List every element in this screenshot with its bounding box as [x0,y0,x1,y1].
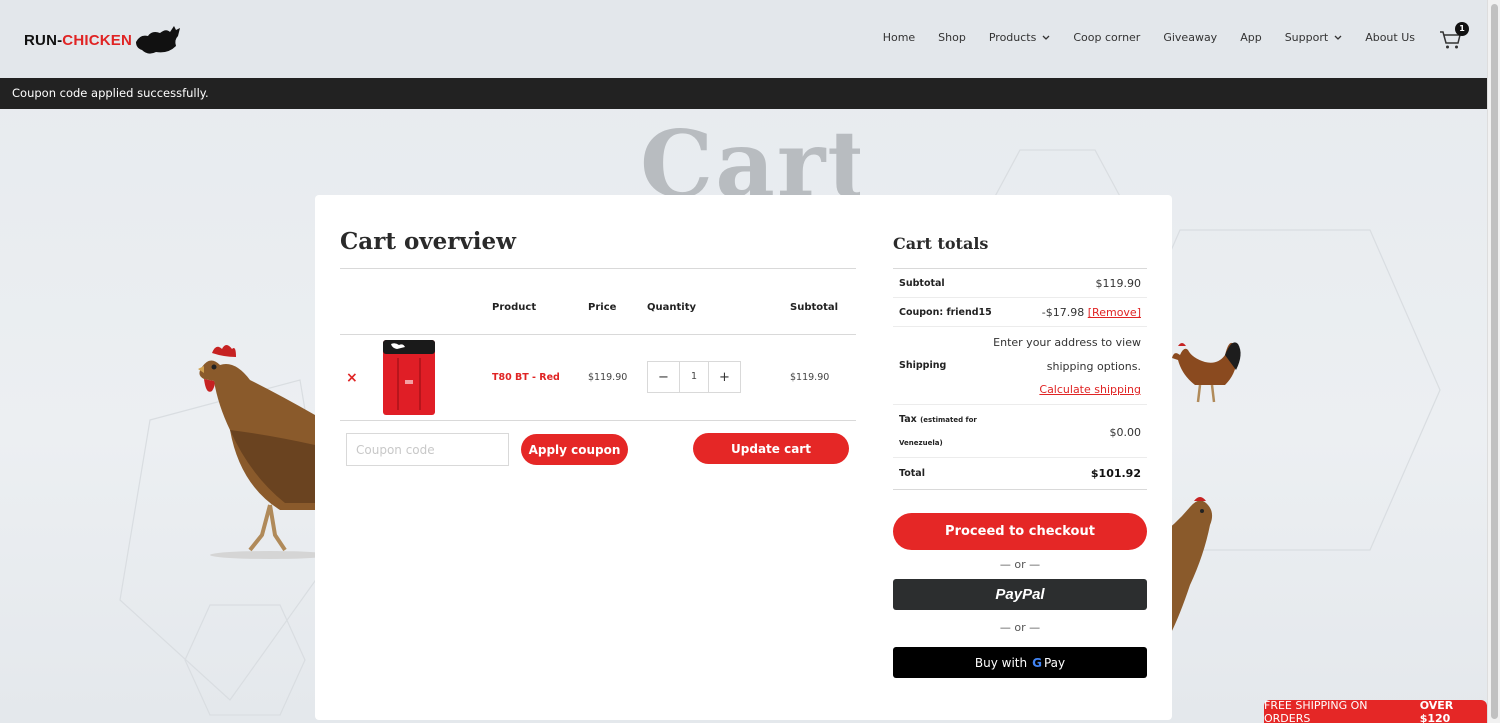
page-scrollbar[interactable] [1487,0,1500,723]
shipping-info-line1: Enter your address to view [993,336,1141,349]
nav-about-us[interactable]: About Us [1365,31,1415,44]
divider [893,268,1147,269]
cart-count-badge: 1 [1455,22,1469,36]
divider [893,326,1147,327]
remove-item-button[interactable]: × [346,370,358,386]
divider [893,297,1147,298]
apply-coupon-button[interactable]: Apply coupon [521,434,628,465]
coupon-label: Coupon: friend15 [899,307,992,318]
subtotal-value: $119.90 [1095,277,1142,290]
product-subtotal: $119.90 [790,372,830,383]
quantity-increase-button[interactable]: + [709,362,740,392]
remove-coupon-link[interactable]: [Remove] [1088,306,1141,319]
coupon-notice: Coupon code applied successfully. [0,78,1487,109]
subtotal-label: Subtotal [899,278,945,289]
quantity-stepper: − 1 + [647,361,741,393]
tax-label: Tax (estimated for [899,414,977,425]
main-nav: Home Shop Products Coop corner Giveaway … [860,31,1415,44]
paypal-button[interactable]: PayPal [893,579,1147,610]
nav-app[interactable]: App [1240,31,1262,44]
nav-home[interactable]: Home [883,31,915,44]
divider [340,334,856,335]
proceed-to-checkout-button[interactable]: Proceed to checkout [893,513,1147,550]
shipping-info-line2: shipping options. [1046,360,1141,373]
quantity-decrease-button[interactable]: − [648,362,679,392]
logo-text-chicken: CHICKEN [62,31,133,49]
tax-note-country: Venezuela) [899,439,943,447]
nav-support[interactable]: Support [1285,31,1342,44]
cart-overview-title: Cart overview [340,228,516,255]
google-g-icon: G [1032,655,1042,670]
update-cart-button[interactable]: Update cart [693,433,849,464]
total-value: $101.92 [1090,467,1141,480]
or-separator: — or — [999,558,1041,571]
coupon-discount: -$17.98 [Remove] [1042,306,1141,319]
cart-card: Cart overview Product Price Quantity Sub… [315,195,1172,720]
chevron-down-icon [1042,35,1050,40]
product-name-link[interactable]: T80 BT - Red [492,372,560,383]
tax-value: $0.00 [1109,426,1142,439]
calculate-shipping-link[interactable]: Calculate shipping [1039,383,1141,396]
column-header-quantity: Quantity [647,302,696,313]
scrollbar-thumb[interactable] [1491,4,1498,719]
product-thumbnail[interactable] [383,340,435,415]
site-logo[interactable]: RUN- CHICKEN [24,24,181,56]
chevron-down-icon [1334,35,1342,40]
divider [893,457,1147,458]
cart-totals-title: Cart totals [893,234,989,253]
nav-shop[interactable]: Shop [938,31,966,44]
logo-text-run: RUN- [24,31,63,49]
column-header-subtotal: Subtotal [790,302,839,313]
nav-giveaway[interactable]: Giveaway [1163,31,1217,44]
hen-left-image [198,345,330,559]
free-shipping-banner[interactable]: FREE SHIPPING ON ORDERS OVER $120 [1264,699,1487,723]
column-header-product: Product [492,302,537,313]
chicken-silhouette-icon [136,26,181,54]
column-header-price: Price [588,302,617,313]
hero-title: Cart [640,118,860,196]
shipping-label: Shipping [899,360,947,371]
nav-products[interactable]: Products [989,31,1051,44]
coupon-code-input[interactable] [346,433,509,466]
quantity-input[interactable]: 1 [679,362,709,392]
divider [893,489,1147,490]
rooster-right-image [1172,342,1241,403]
tax-note: (estimated for [920,416,977,424]
or-separator: — or — [999,621,1041,634]
site-header: RUN- CHICKEN Home Shop Products Coop cor… [0,0,1487,78]
nav-coop-corner[interactable]: Coop corner [1073,31,1140,44]
product-price: $119.90 [588,372,628,383]
total-label: Total [899,468,925,479]
divider [340,420,856,421]
coupon-discount-value: -$17.98 [1041,306,1085,319]
divider [893,404,1147,405]
google-pay-button[interactable]: Buy with G Pay [893,647,1147,678]
divider [340,268,856,269]
